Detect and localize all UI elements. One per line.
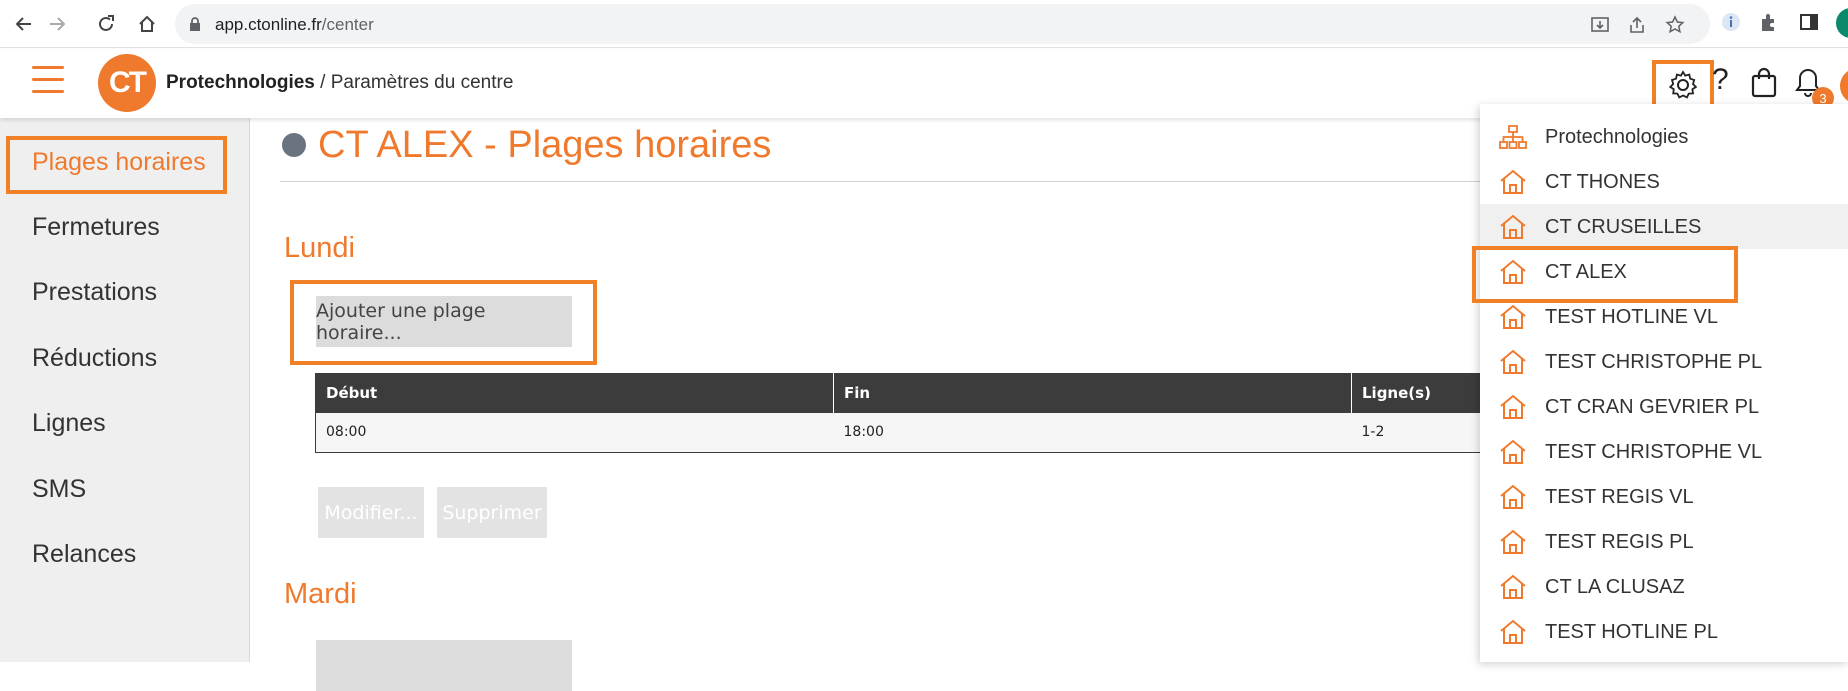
day-title-lundi: Lundi [284, 232, 355, 264]
ct-logo[interactable]: CT [98, 54, 156, 112]
dropdown-item-test-christophe-vl[interactable]: TEST CHRISTOPHE VL [1480, 429, 1848, 474]
dropdown-item-test-regis-pl[interactable]: TEST REGIS PL [1480, 519, 1848, 564]
column-header[interactable]: Ligne(s) [1351, 373, 1485, 413]
extension-info-icon[interactable] [1720, 11, 1742, 33]
share-icon[interactable] [1627, 15, 1647, 35]
schedule-table: Début Fin Ligne(s) 08:00 18:00 1-2 [315, 373, 1485, 453]
side-panel-icon[interactable] [1798, 11, 1820, 33]
dropdown-item-label: CT LA CLUSAZ [1545, 576, 1685, 598]
sidebar-item-relances[interactable]: Relances [32, 540, 136, 569]
install-icon[interactable] [1590, 15, 1610, 35]
dropdown-item-protechnologies[interactable]: Protechnologies [1480, 114, 1848, 159]
dropdown-item-label: TEST HOTLINE VL [1545, 306, 1719, 328]
user-avatar[interactable] [1838, 66, 1848, 106]
dropdown-item-label: TEST REGIS VL [1545, 486, 1694, 508]
title-divider [280, 181, 1480, 182]
table-cell: 08:00 [315, 412, 834, 453]
center-dropdown-menu: Protechnologies CT THONES CT CRUSEILLES … [1480, 104, 1848, 662]
breadcrumb-page: Paramètres du centre [330, 72, 514, 93]
lock-icon [190, 17, 200, 31]
dropdown-item-label: Protechnologies [1545, 126, 1689, 148]
edit-button[interactable]: Modifier... [318, 487, 424, 538]
day-title-mardi: Mardi [284, 578, 357, 610]
dropdown-item-label: TEST HOTLINE PL [1545, 621, 1719, 643]
house-icon [1500, 574, 1526, 599]
dropdown-item-label: TEST CHRISTOPHE VL [1545, 441, 1763, 463]
sidebar: Plages horaires Fermetures Prestations R… [0, 118, 250, 662]
address-bar[interactable]: app.ctonline.fr/center [175, 4, 1710, 44]
menu-icon[interactable] [32, 66, 64, 94]
dropdown-item-label: TEST REGIS PL [1545, 531, 1694, 553]
dropdown-item-ct-la-clusaz[interactable]: CT LA CLUSAZ [1480, 564, 1848, 609]
sidebar-item-fermetures[interactable]: Fermetures [32, 213, 160, 242]
dropdown-item-label: CT THONES [1545, 171, 1660, 193]
dropdown-item-test-regis-vl[interactable]: TEST REGIS VL [1480, 474, 1848, 519]
house-icon [1500, 304, 1526, 329]
org-chart-icon [1499, 125, 1527, 149]
dropdown-item-ct-cruseilles[interactable]: CT CRUSEILLES [1480, 204, 1848, 249]
column-header[interactable]: Fin [833, 373, 1352, 413]
dropdown-item-ct-cran-gevrier-pl[interactable]: CT CRAN GEVRIER PL [1480, 384, 1848, 429]
breadcrumb-org[interactable]: Protechnologies [166, 72, 315, 93]
dropdown-item-label: CT CRAN GEVRIER PL [1545, 396, 1760, 418]
help-icon[interactable]: ? [1712, 63, 1729, 97]
reload-icon[interactable] [92, 10, 120, 38]
url-text: app.ctonline.fr/center [215, 15, 374, 34]
puzzle-icon[interactable] [1758, 11, 1780, 33]
table-cell: 1-2 [1351, 412, 1485, 453]
profile-avatar[interactable] [1836, 8, 1848, 38]
highlight-box [1472, 246, 1738, 303]
dropdown-item-ct-thones[interactable]: CT THONES [1480, 159, 1848, 204]
house-icon [1500, 214, 1526, 239]
sidebar-item-sms[interactable]: SMS [32, 475, 86, 504]
house-icon [1500, 484, 1526, 509]
add-time-slot-button[interactable] [316, 640, 572, 691]
sidebar-item-prestations[interactable]: Prestations [32, 278, 157, 307]
house-icon [1500, 619, 1526, 644]
forward-icon[interactable] [43, 10, 71, 38]
house-icon [1500, 529, 1526, 554]
center-icon [282, 133, 306, 157]
home-icon[interactable] [133, 10, 161, 38]
sidebar-item-reductions[interactable]: Réductions [32, 344, 157, 373]
breadcrumb: Protechnologies / Paramètres du centre [166, 72, 513, 94]
add-time-slot-button[interactable]: Ajouter une plage horaire... [316, 296, 572, 347]
sidebar-item-lignes[interactable]: Lignes [32, 409, 106, 438]
gear-icon [1668, 70, 1698, 99]
dropdown-item-label: TEST CHRISTOPHE PL [1545, 351, 1763, 373]
house-icon [1500, 394, 1526, 419]
dropdown-item-test-hotline-pl[interactable]: TEST HOTLINE PL [1480, 609, 1848, 654]
shopping-bag-icon[interactable] [1750, 67, 1778, 99]
settings-button[interactable] [1652, 60, 1714, 110]
house-icon [1500, 349, 1526, 374]
column-header[interactable]: Début [315, 373, 834, 413]
house-icon [1500, 439, 1526, 464]
house-icon [1500, 169, 1526, 194]
table-row[interactable]: 08:00 18:00 1-2 [315, 412, 1485, 453]
browser-toolbar: app.ctonline.fr/center [0, 0, 1848, 48]
back-icon[interactable] [10, 10, 38, 38]
dropdown-item-test-christophe-pl[interactable]: TEST CHRISTOPHE PL [1480, 339, 1848, 384]
dropdown-item-label: CT CRUSEILLES [1545, 216, 1702, 238]
star-icon[interactable] [1665, 15, 1685, 35]
delete-button[interactable]: Supprimer [437, 487, 547, 538]
sidebar-item-plages-horaires[interactable]: Plages horaires [32, 148, 206, 177]
breadcrumb-separator: / [314, 72, 331, 93]
table-cell: 18:00 [833, 412, 1352, 453]
page-title: CT ALEX - Plages horaires [318, 124, 772, 166]
